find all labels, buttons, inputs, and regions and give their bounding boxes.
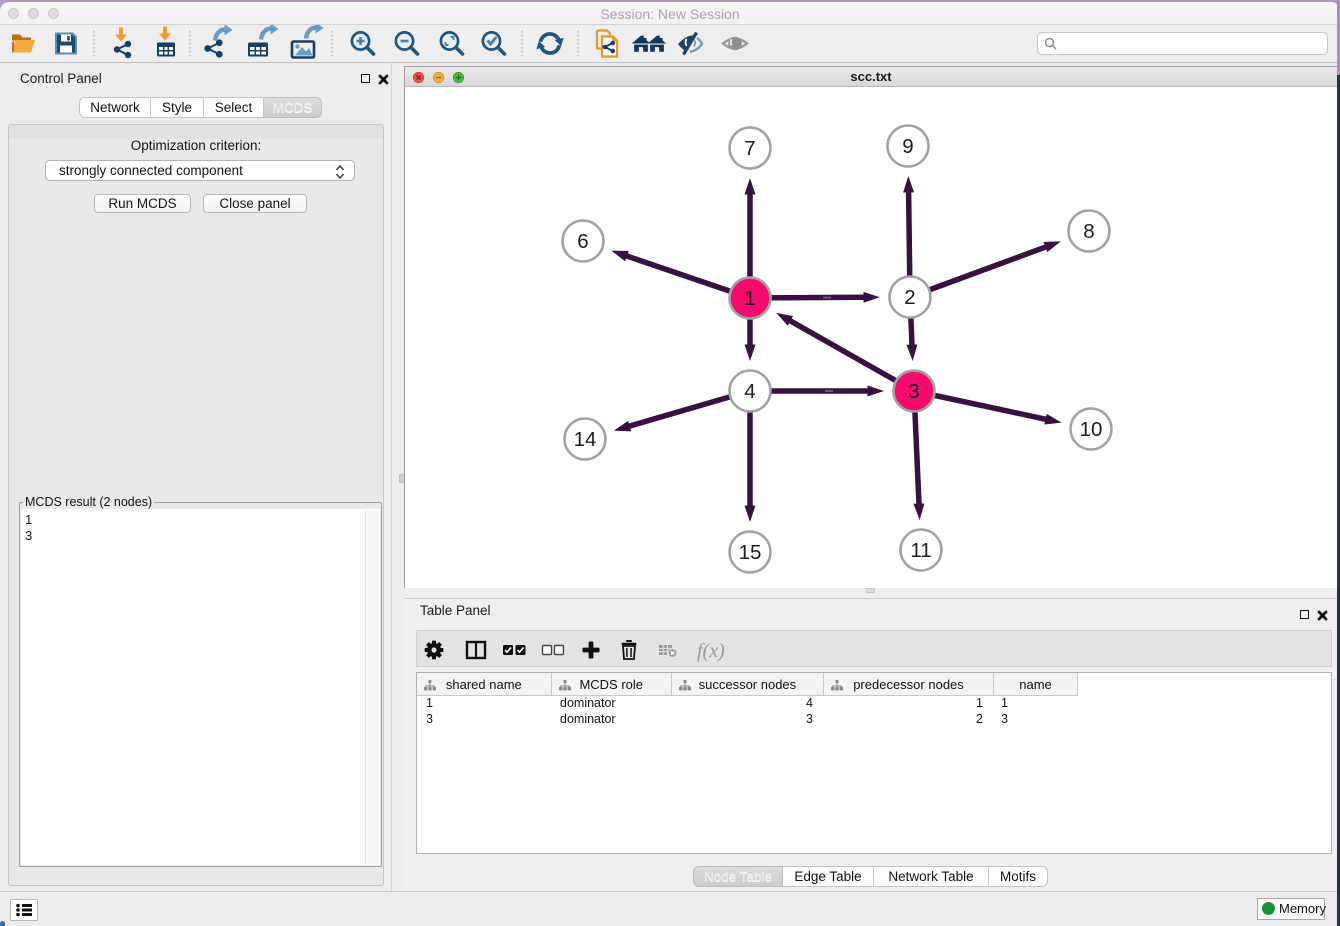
svg-text:11: 11 <box>910 539 931 562</box>
svg-text:6: 6 <box>577 230 588 253</box>
svg-text:8: 8 <box>1083 220 1094 243</box>
svg-text:15: 15 <box>739 541 762 564</box>
svg-text:2: 2 <box>904 286 915 309</box>
svg-text:3: 3 <box>908 380 919 403</box>
svg-text:7: 7 <box>744 137 755 160</box>
svg-text:9: 9 <box>902 135 913 158</box>
svg-text:14: 14 <box>574 428 597 451</box>
svg-text:4: 4 <box>744 380 755 403</box>
svg-text:f(x): f(x) <box>697 640 725 662</box>
svg-text:1: 1 <box>744 287 755 310</box>
svg-text:10: 10 <box>1080 418 1103 441</box>
